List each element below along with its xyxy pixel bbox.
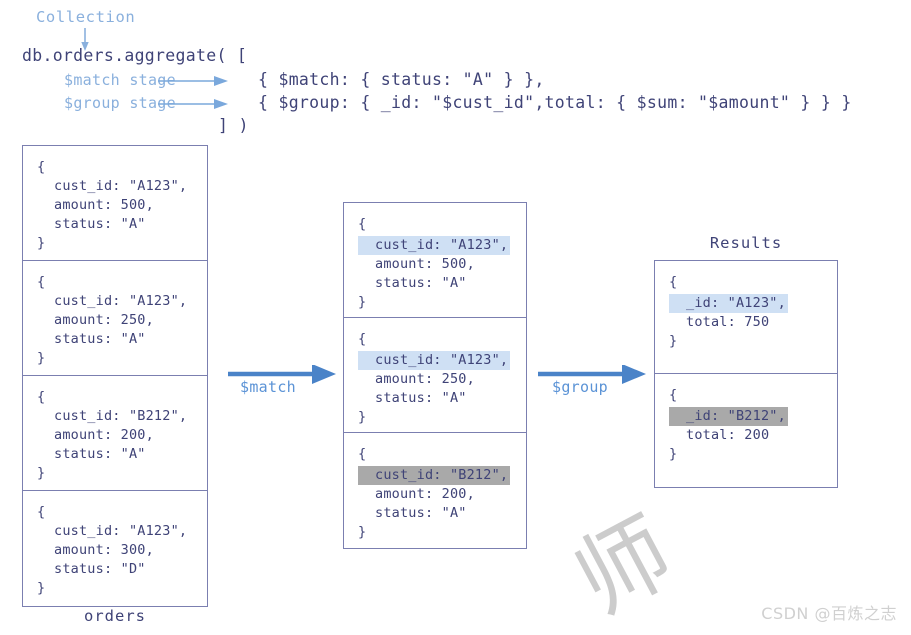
- doc-field-total: total: 200: [686, 427, 770, 443]
- code-line-closing: ] ): [218, 116, 249, 135]
- doc-close-brace: }: [37, 350, 46, 366]
- doc-field-amount: amount: 500,: [375, 256, 475, 272]
- doc-open-brace: {: [669, 387, 678, 403]
- doc-close-brace: }: [358, 409, 367, 425]
- doc-open-brace: {: [358, 331, 367, 347]
- doc-field-status: status: "A": [375, 505, 467, 521]
- doc-close-brace: }: [669, 333, 678, 349]
- doc-close-brace: }: [358, 524, 367, 540]
- match-flow-label: $match: [240, 378, 296, 396]
- doc-field-cust-id-highlighted: cust_id: "B212",: [358, 466, 511, 485]
- watermark-glyph: 师: [558, 497, 690, 635]
- doc-field-amount: amount: 250,: [54, 312, 154, 328]
- table-row: { cust_id: "B212", amount: 200, status: …: [23, 376, 207, 491]
- table-row: { cust_id: "A123", amount: 500, status: …: [23, 146, 207, 261]
- doc-field-status: status: "A": [54, 446, 146, 462]
- table-row: { _id: "A123", total: 750 }: [655, 261, 837, 374]
- table-row: { cust_id: "A123", amount: 250, status: …: [23, 261, 207, 376]
- code-line-match-stage: { $match: { status: "A" } },: [258, 70, 545, 89]
- table-row: { cust_id: "B212", amount: 200, status: …: [344, 433, 526, 548]
- doc-open-brace: {: [37, 274, 46, 290]
- csdn-watermark: CSDN @百炼之志: [761, 604, 897, 623]
- matched-documents-column: { cust_id: "A123", amount: 500, status: …: [343, 202, 527, 549]
- orders-caption: orders: [84, 607, 146, 625]
- doc-open-brace: {: [37, 389, 46, 405]
- orders-collection-column: { cust_id: "A123", amount: 500, status: …: [22, 145, 208, 625]
- doc-field-amount: amount: 250,: [375, 371, 475, 387]
- matched-document-stack: { cust_id: "A123", amount: 500, status: …: [343, 202, 527, 549]
- doc-field-amount: amount: 300,: [54, 542, 154, 558]
- doc-field-cust-id: cust_id: "A123",: [54, 178, 188, 194]
- table-row: { _id: "B212", total: 200 }: [655, 374, 837, 487]
- doc-open-brace: {: [37, 504, 46, 520]
- doc-close-brace: }: [37, 465, 46, 481]
- doc-close-brace: }: [669, 446, 678, 462]
- table-row: { cust_id: "A123", amount: 250, status: …: [344, 318, 526, 433]
- results-column: Results { _id: "A123", total: 750 } { _i…: [654, 234, 838, 488]
- doc-field-id-highlighted: _id: "B212",: [669, 407, 788, 426]
- doc-field-amount: amount: 200,: [54, 427, 154, 443]
- doc-field-status: status: "A": [54, 331, 146, 347]
- doc-close-brace: }: [37, 580, 46, 596]
- doc-open-brace: {: [358, 216, 367, 232]
- code-line-aggregate: db.orders.aggregate( [: [22, 46, 248, 65]
- doc-field-id-highlighted: _id: "A123",: [669, 294, 788, 313]
- group-stage-pointer-arrow-icon: [158, 99, 228, 109]
- doc-field-cust-id-highlighted: cust_id: "A123",: [358, 351, 511, 370]
- aggregate-code-block: Collection db.orders.aggregate( [ { $mat…: [0, 0, 911, 140]
- doc-field-cust-id: cust_id: "A123",: [54, 523, 188, 539]
- doc-field-cust-id: cust_id: "A123",: [54, 293, 188, 309]
- doc-field-status: status: "A": [54, 216, 146, 232]
- doc-field-cust-id: cust_id: "B212",: [54, 408, 188, 424]
- doc-field-status: status: "A": [375, 275, 467, 291]
- doc-field-amount: amount: 200,: [375, 486, 475, 502]
- doc-close-brace: }: [358, 294, 367, 310]
- results-caption: Results: [709, 234, 783, 252]
- results-document-stack: { _id: "A123", total: 750 } { _id: "B212…: [654, 260, 838, 488]
- match-stage-pointer-arrow-icon: [158, 76, 228, 86]
- table-row: { cust_id: "A123", amount: 300, status: …: [23, 491, 207, 606]
- collection-label: Collection: [36, 8, 136, 26]
- doc-open-brace: {: [669, 274, 678, 290]
- doc-field-status: status: "D": [54, 561, 146, 577]
- doc-close-brace: }: [37, 235, 46, 251]
- code-line-group-stage: { $group: { _id: "$cust_id",total: { $su…: [258, 93, 852, 112]
- doc-field-status: status: "A": [375, 390, 467, 406]
- doc-open-brace: {: [37, 159, 46, 175]
- doc-open-brace: {: [358, 446, 367, 462]
- doc-field-total: total: 750: [686, 314, 770, 330]
- table-row: { cust_id: "A123", amount: 500, status: …: [344, 203, 526, 318]
- doc-field-amount: amount: 500,: [54, 197, 154, 213]
- orders-document-stack: { cust_id: "A123", amount: 500, status: …: [22, 145, 208, 607]
- doc-field-cust-id-highlighted: cust_id: "A123",: [358, 236, 511, 255]
- group-flow-label: $group: [552, 378, 608, 396]
